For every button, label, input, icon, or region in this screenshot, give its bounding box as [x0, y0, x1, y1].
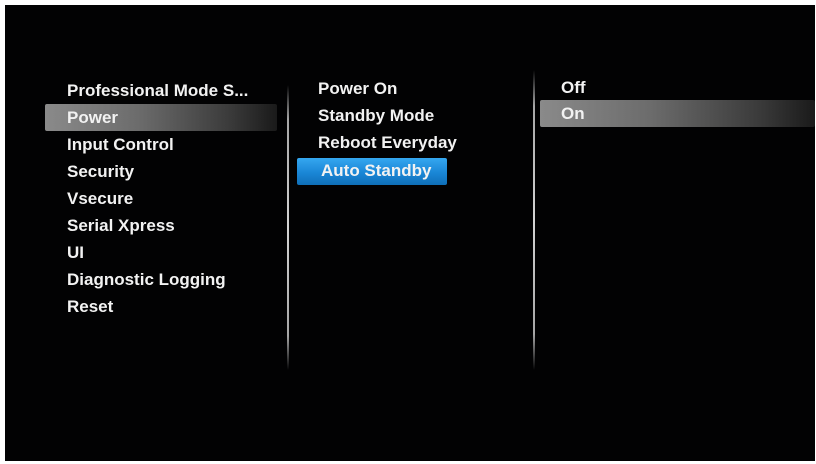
- menu-item-power[interactable]: Power: [67, 107, 118, 129]
- menu-item-vsecure[interactable]: Vsecure: [67, 188, 133, 210]
- column-divider-right: [533, 70, 535, 370]
- option-reboot-everyday[interactable]: Reboot Everyday: [318, 132, 457, 154]
- menu-item-input-control[interactable]: Input Control: [67, 134, 174, 156]
- tv-settings-menu: Professional Mode S... Power Input Contr…: [5, 5, 815, 461]
- column-divider-left: [287, 85, 289, 370]
- option-power-on[interactable]: Power On: [318, 78, 397, 100]
- menu-item-professional-mode[interactable]: Professional Mode S...: [67, 80, 248, 102]
- option-standby-mode[interactable]: Standby Mode: [318, 105, 434, 127]
- menu-item-security[interactable]: Security: [67, 161, 134, 183]
- menu-item-diagnostic-logging[interactable]: Diagnostic Logging: [67, 269, 226, 291]
- option-auto-standby[interactable]: Auto Standby: [321, 160, 432, 182]
- menu-item-serial-xpress[interactable]: Serial Xpress: [67, 215, 175, 237]
- value-on[interactable]: On: [561, 103, 585, 125]
- menu-item-reset[interactable]: Reset: [67, 296, 113, 318]
- value-off[interactable]: Off: [561, 77, 586, 99]
- menu-item-ui[interactable]: UI: [67, 242, 84, 264]
